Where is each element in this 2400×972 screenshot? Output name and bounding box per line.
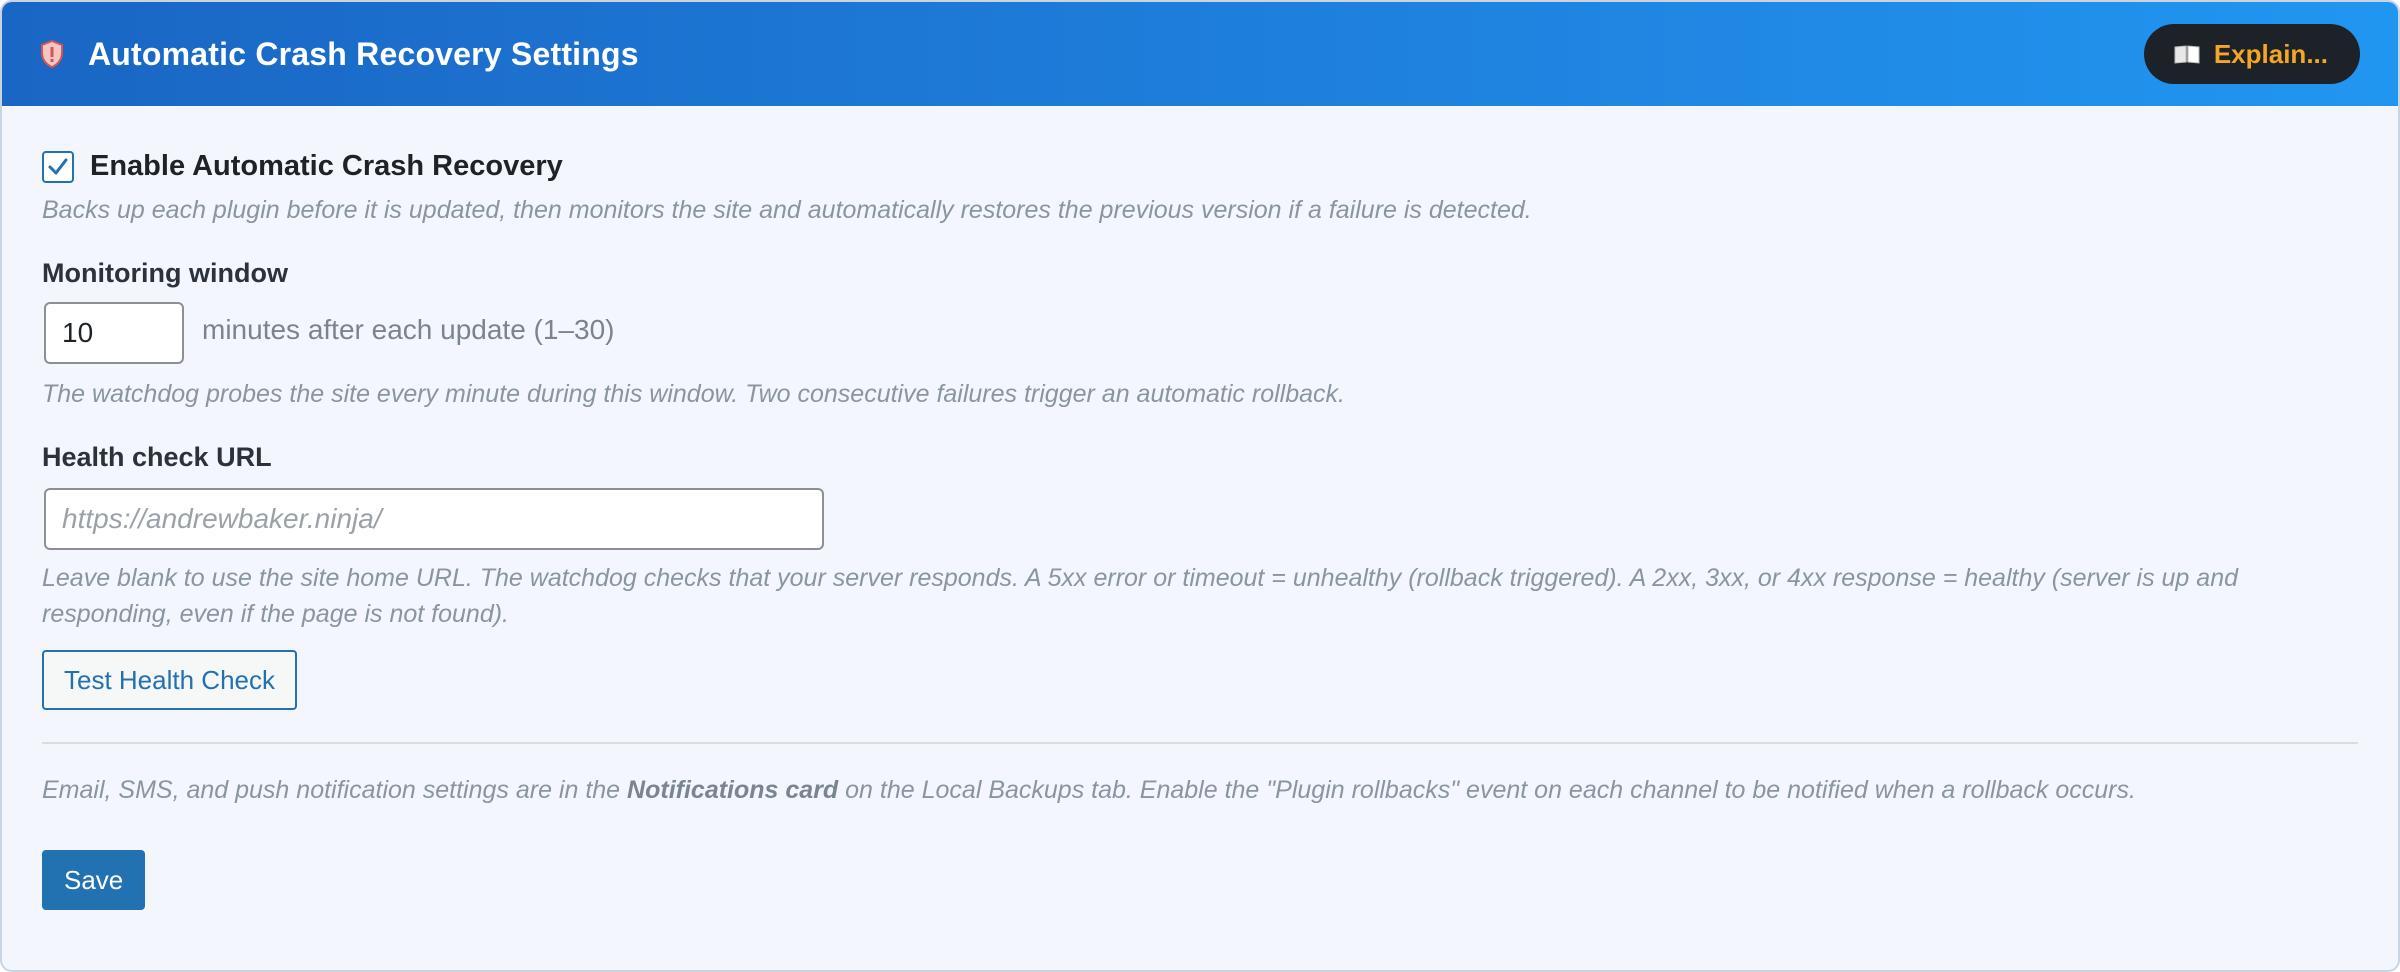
shield-icon <box>40 39 64 69</box>
book-icon <box>2174 44 2200 64</box>
test-health-check-button[interactable]: Test Health Check <box>42 650 297 710</box>
enable-row: Enable Automatic Crash Recovery <box>42 150 563 183</box>
explain-button[interactable]: Explain... <box>2143 24 2360 84</box>
enable-checkbox[interactable] <box>42 150 74 183</box>
health-check-url-input[interactable] <box>44 488 824 550</box>
notifications-text-before: Email, SMS, and push notification settin… <box>42 776 628 804</box>
divider <box>42 742 2358 744</box>
page-title: Automatic Crash Recovery Settings <box>88 35 639 72</box>
save-button[interactable]: Save <box>42 850 146 910</box>
notifications-text-after: on the Local Backups tab. Enable the "Pl… <box>838 776 2136 804</box>
monitoring-window-input[interactable] <box>44 302 184 364</box>
notifications-card-link-text: Notifications card <box>627 776 839 804</box>
checkmark-icon <box>48 158 68 174</box>
explain-button-label: Explain... <box>2213 38 2328 69</box>
enable-help-text: Backs up each plugin before it is update… <box>42 196 1532 224</box>
health-check-help-text: Leave blank to use the site home URL. Th… <box>42 564 2238 628</box>
monitoring-window-suffix: minutes after each update (1–30) <box>202 314 615 345</box>
monitoring-help-text: The watchdog probes the site every minut… <box>42 380 1345 408</box>
monitoring-window-label: Monitoring window <box>42 258 288 288</box>
notifications-info-text: Email, SMS, and push notification settin… <box>42 772 2136 808</box>
card-header: Automatic Crash Recovery Settings Explai… <box>2 2 2398 106</box>
health-check-url-label: Health check URL <box>42 442 272 472</box>
settings-card: Automatic Crash Recovery Settings Explai… <box>0 0 2400 972</box>
enable-label: Enable Automatic Crash Recovery <box>90 150 563 182</box>
